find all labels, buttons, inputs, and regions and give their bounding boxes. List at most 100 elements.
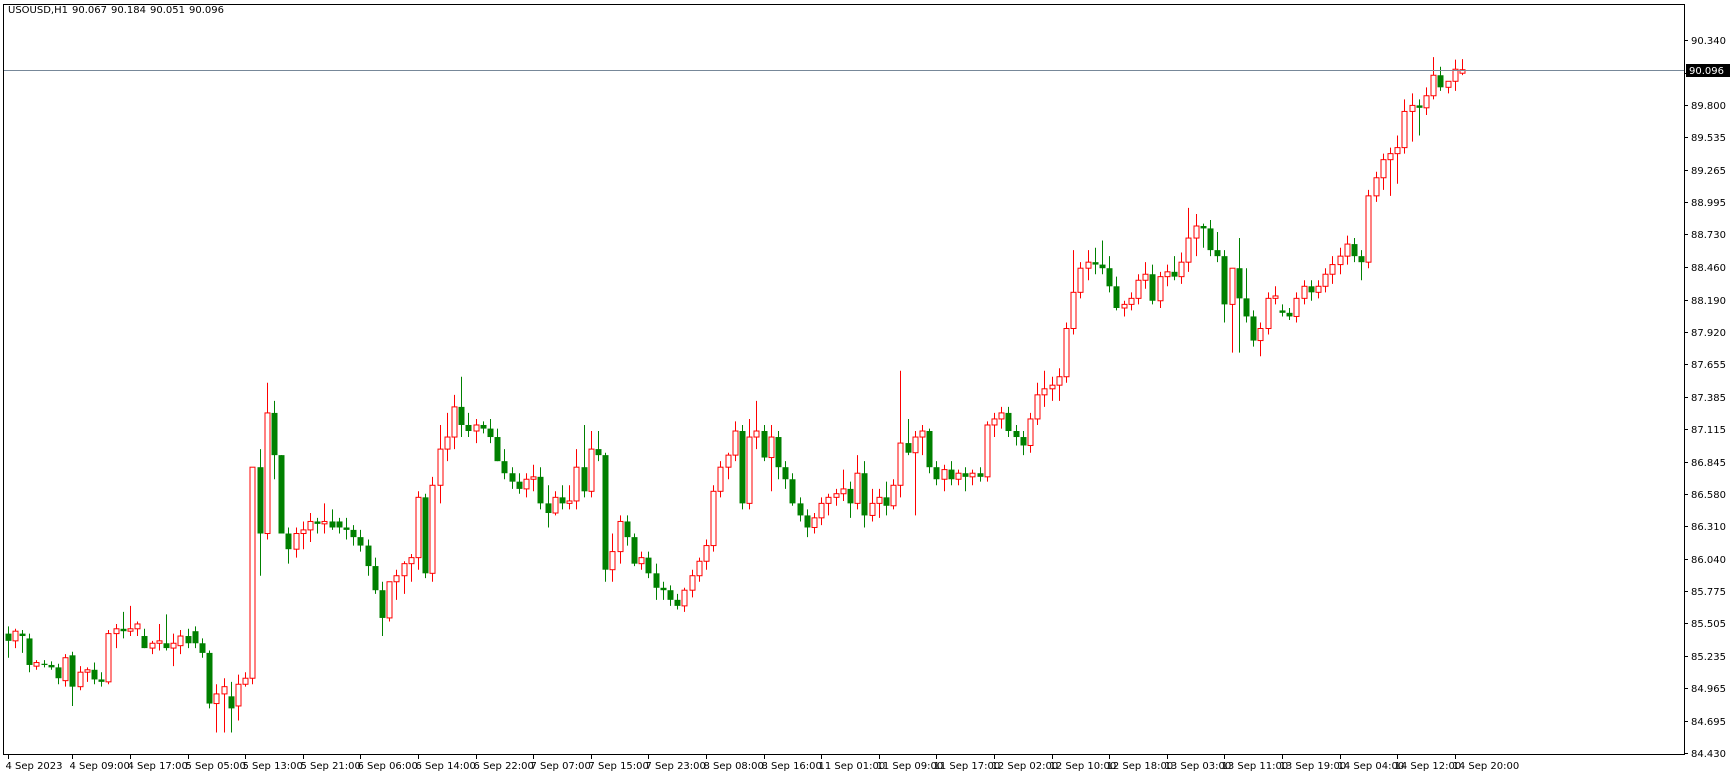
candle-body-bull [1423,95,1430,109]
candle-body-bear [1171,271,1178,277]
candle-body-bull [746,436,753,504]
candle-body-bull [300,529,307,535]
x-tick-label: 4 Sep 17:00 [128,761,188,772]
candle-body-bull [1329,264,1336,275]
y-tick-label: 88.190 [1691,296,1726,307]
candle-body-bear [782,467,789,480]
candle-body-bull [264,412,271,535]
candle-body-bear [192,631,199,644]
candle-body-bull [696,560,703,577]
candle-body-bull [1121,303,1128,309]
candle-body-bull [1027,418,1034,446]
candle-body-bear [185,636,192,644]
candle-body-bull [1063,328,1070,378]
candle-body-bear [1092,262,1099,265]
candle-body-bull [717,466,724,492]
candle-body-bear [120,628,127,632]
candle-body-bear [48,664,55,668]
x-axis: 4 Sep 2023 4 Sep 09:004 Sep 17:005 Sep 05… [6,755,1519,772]
candle-body-bull [1293,297,1300,317]
x-tick-label: 8 Sep 08:00 [704,761,764,772]
candle-body-bear [314,521,321,524]
candle-body-bull [473,424,480,432]
candle-body-bull [869,502,876,516]
y-tick-label: 85.235 [1691,652,1726,663]
candle-body-bear [228,696,235,709]
candle-body-bear [494,437,501,462]
candle-body-bear [847,488,854,504]
candle-body-bear [372,566,379,591]
candle-body-bull [941,469,948,480]
candle-body-bull [573,466,580,502]
candle-body-bear [271,412,278,456]
candle-body-bull [1445,80,1452,88]
y-tick-label: 89.265 [1691,166,1726,177]
candle-body-bull [1337,255,1344,266]
candle-body-bull [1070,291,1077,330]
candle-body-bear [285,533,292,550]
candle-body-bull [1085,261,1092,269]
candle-body-bull [401,563,408,577]
y-axis: 90.34090.07089.80089.53589.26588.99588.7… [1684,36,1726,760]
y-tick-label: 84.965 [1691,684,1726,695]
candle-body-bear [350,529,357,538]
candle-body-bear [1214,250,1221,257]
candle-body-bull [307,520,314,531]
x-tick-label: 5 Sep 21:00 [301,761,361,772]
candle-body-bull [876,496,883,504]
candle-body-bull [235,683,242,707]
candle-body-bull [854,472,861,504]
close-value: 90.096 [188,5,224,16]
candle-body-bull [588,448,595,492]
candle-body-bull [991,418,998,426]
candle-body-bear [667,590,674,600]
candle-body-bull [1409,104,1416,112]
candle-body-bear [797,503,804,516]
candle-body-bull [408,557,415,565]
candle-body-bear [775,437,782,468]
candle-body-bear [26,638,33,665]
candle-body-bear [559,497,566,504]
candle-body-bull [33,662,40,667]
high-value: 90.184 [110,5,146,16]
candle-body-bear [365,545,372,567]
candle-body-bull [1401,110,1408,149]
candle-body-bear [660,587,667,591]
chart-window[interactable]: 90.34090.07089.80089.53589.26588.99588.7… [0,0,1733,777]
candle-body-bull [1373,177,1380,197]
candle-body-bear [545,503,552,514]
candle-body-bull [998,412,1005,420]
candle-body-bear [336,521,343,528]
candle-body-bull [919,430,926,438]
symbol-name: USOUSD,H1 [8,5,68,16]
candle-body-bull [833,493,840,498]
candle-body-bear [98,679,105,682]
candle-body-bear [595,449,602,456]
candle-body-bull [638,557,645,565]
x-tick-label: 6 Sep 22:00 [474,761,534,772]
candle-body-bull [321,520,328,525]
candle-body-bull [62,657,69,682]
candle-body-bear [739,431,746,504]
candle-body-bear [343,527,350,530]
candle-body-bull [1380,159,1387,179]
candle-body-bear [5,633,12,641]
y-tick-label: 90.340 [1691,36,1726,47]
candle-body-bear [509,473,516,482]
candle-body-bull [1229,267,1236,305]
candle-body-bear [926,431,933,468]
candle-body-bull [386,581,393,619]
x-tick-label: 7 Sep 23:00 [646,761,706,772]
candle-body-bull [1452,68,1459,82]
candle-body-bear [422,497,429,574]
candle-body-bear [861,473,868,516]
candle-body-bear [1099,264,1106,269]
candle-body-bull [1387,153,1394,161]
candle-body-bull [523,478,530,490]
candle-body-bull [84,669,91,673]
candlestick-chart[interactable]: 90.34090.07089.80089.53589.26588.99588.7… [0,0,1733,777]
candle-body-bull [1301,285,1308,299]
candle-body-bull [437,448,444,486]
candle-body-bull [768,436,775,459]
y-tick-label: 84.430 [1691,749,1726,760]
